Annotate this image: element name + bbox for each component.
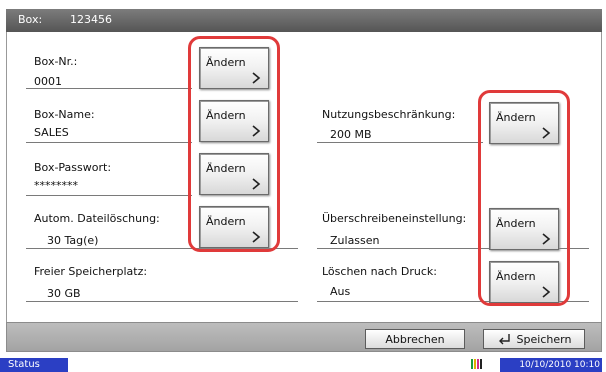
enter-icon xyxy=(498,334,510,345)
autom-dateiloeschung-value: 30 Tag(e) xyxy=(47,234,99,247)
aendern-label: Ändern xyxy=(496,111,536,124)
speichern-label: Speichern xyxy=(516,332,572,346)
aendern-box-nr-button[interactable]: Ändern xyxy=(199,47,269,89)
aendern-box-passwort-button[interactable]: Ändern xyxy=(199,153,269,195)
status-bar: Status 10/10/2010 10:10 xyxy=(0,356,606,372)
chevron-right-icon xyxy=(252,231,261,243)
nutzungsbeschraenkung-value: 200 MB xyxy=(330,128,372,141)
title-bar-inner: Box: 123456 xyxy=(6,9,602,32)
status-datetime: 10/10/2010 10:10 xyxy=(500,358,602,372)
loeschen-nach-druck-label: Löschen nach Druck: xyxy=(322,265,437,278)
chevron-right-icon xyxy=(252,178,261,190)
box-name-divider xyxy=(26,142,192,143)
aendern-ueberschreibeneinstellung-button[interactable]: Ändern xyxy=(489,208,559,250)
box-nr-divider xyxy=(26,88,192,89)
aendern-label: Ändern xyxy=(206,162,246,175)
speichern-button[interactable]: Speichern xyxy=(483,329,585,349)
aendern-autom-dateiloeschung-button[interactable]: Ändern xyxy=(199,206,269,248)
autom-dateiloeschung-label: Autom. Dateilöschung: xyxy=(34,212,160,225)
box-nr-value: 0001 xyxy=(34,75,62,88)
autom-dateiloeschung-divider xyxy=(26,248,298,249)
box-passwort-divider xyxy=(26,195,192,196)
aendern-label: Ändern xyxy=(206,109,246,122)
aendern-label: Ändern xyxy=(496,270,536,283)
loeschen-nach-druck-value: Aus xyxy=(330,285,351,298)
freier-speicherplatz-divider xyxy=(26,301,298,302)
box-nr-label: Box-Nr.: xyxy=(34,55,78,68)
aendern-box-name-button[interactable]: Ändern xyxy=(199,100,269,142)
ueberschreibeneinstellung-value: Zulassen xyxy=(330,234,380,247)
box-passwort-label: Box-Passwort: xyxy=(34,161,112,174)
chevron-right-icon xyxy=(542,233,551,245)
aendern-label: Ändern xyxy=(206,215,246,228)
ueberschreibeneinstellung-label: Überschreibeneinstellung: xyxy=(322,212,467,225)
box-name-value: SALES xyxy=(34,126,69,139)
box-passwort-value: ******** xyxy=(34,179,78,192)
chevron-right-icon xyxy=(252,72,261,84)
abbrechen-button[interactable]: Abbrechen xyxy=(365,329,465,349)
abbrechen-label: Abbrechen xyxy=(385,332,445,346)
status-button[interactable]: Status xyxy=(0,358,68,372)
aendern-label: Ändern xyxy=(496,217,536,230)
aendern-loeschen-nach-druck-button[interactable]: Ändern xyxy=(489,261,559,303)
box-settings-screen: Box: 123456 Box-Nr.: 0001 Box-Name: SALE… xyxy=(0,0,606,372)
chevron-right-icon xyxy=(252,125,261,137)
box-name-label: Box-Name: xyxy=(34,108,95,121)
nutzungsbeschraenkung-label: Nutzungsbeschränkung: xyxy=(322,108,456,121)
nutzungsbeschraenkung-divider xyxy=(317,142,483,143)
freier-speicherplatz-label: Freier Speicherplatz: xyxy=(34,265,148,278)
bottom-action-bar: Abbrechen Speichern xyxy=(6,322,602,352)
chevron-right-icon xyxy=(542,286,551,298)
chevron-right-icon xyxy=(542,127,551,139)
aendern-label: Ändern xyxy=(206,56,246,69)
settings-panel: Box-Nr.: 0001 Box-Name: SALES Box-Passwo… xyxy=(6,32,602,322)
title-label: Box: xyxy=(18,13,43,26)
freier-speicherplatz-value: 30 GB xyxy=(47,287,81,300)
title-value: 123456 xyxy=(70,13,112,26)
device-status-icon xyxy=(471,359,482,369)
aendern-nutzungsbeschraenkung-button[interactable]: Ändern xyxy=(489,102,559,144)
